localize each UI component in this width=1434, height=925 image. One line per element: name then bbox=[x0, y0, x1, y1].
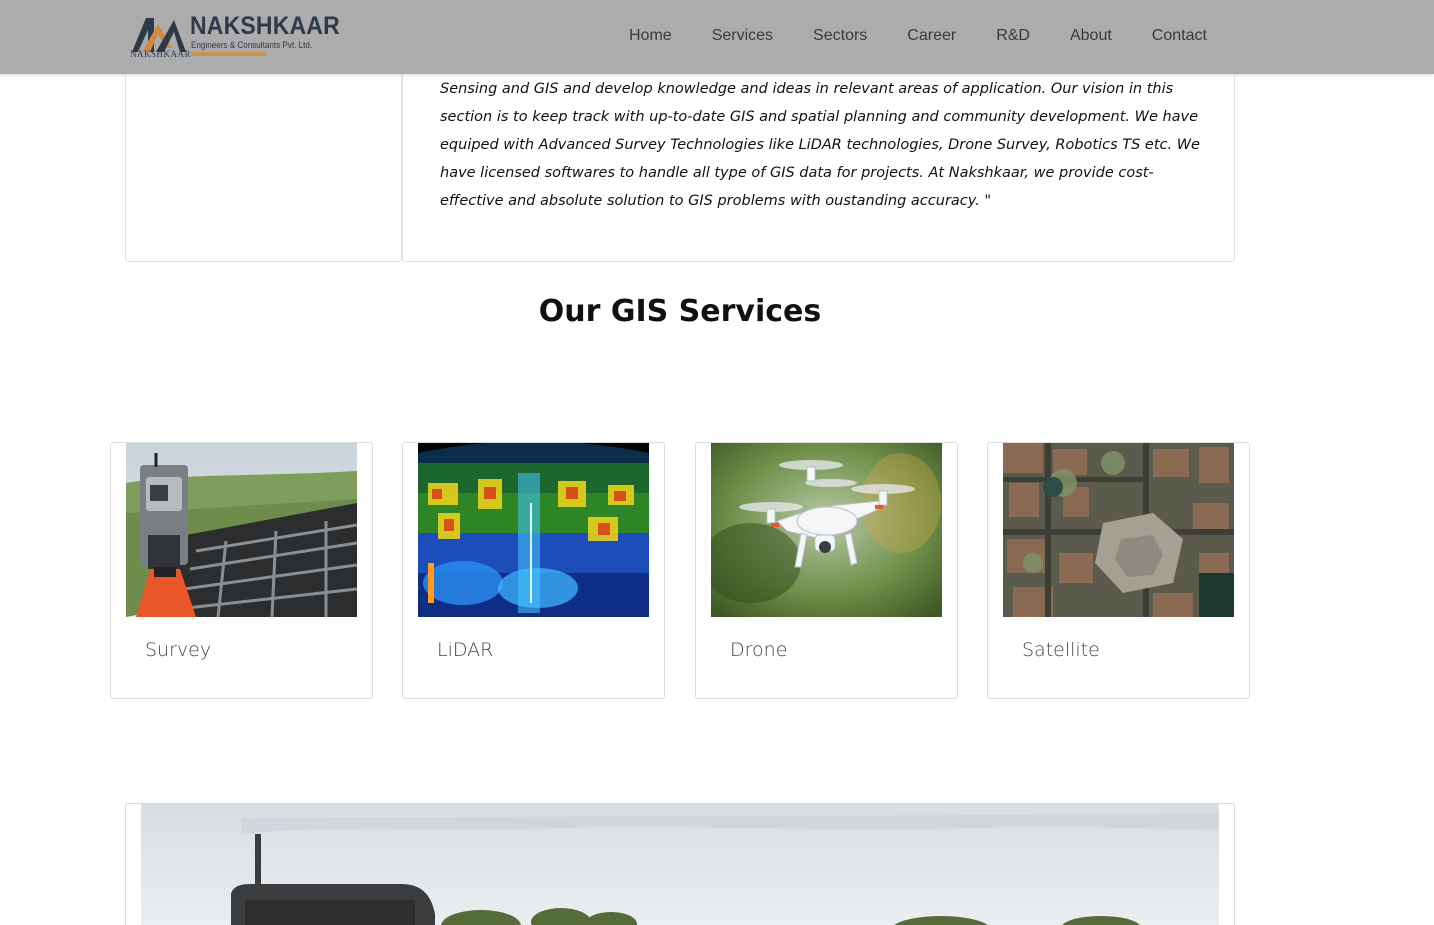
gis-banner-card bbox=[125, 803, 1235, 925]
section-title-bold: GIS Services bbox=[610, 294, 822, 329]
drone-image bbox=[711, 443, 942, 617]
service-label: Survey bbox=[145, 639, 212, 661]
logo-name: NAKSHKAAR bbox=[190, 12, 340, 40]
service-label: Drone bbox=[730, 639, 788, 661]
nav-contact[interactable]: Contact bbox=[1152, 27, 1207, 45]
nav-services[interactable]: Services bbox=[712, 27, 773, 45]
section-title-prefix: Our bbox=[538, 294, 601, 329]
service-label: Satellite bbox=[1022, 639, 1100, 661]
service-card-survey[interactable]: Survey bbox=[110, 442, 373, 699]
nav-home[interactable]: Home bbox=[629, 27, 672, 45]
main-nav: Home Services Sectors Career R&D About C… bbox=[629, 27, 1247, 45]
survey-image bbox=[126, 443, 357, 617]
section-title: Our GIS Services bbox=[0, 294, 1360, 329]
service-label: LiDAR bbox=[437, 639, 494, 661]
site-header: NAKSHKAAR Engineers & Consultants Pvt. L… bbox=[0, 0, 1434, 74]
lidar-image bbox=[418, 443, 649, 617]
logo-accent-bar bbox=[191, 52, 266, 56]
intro-quote-text: Sensing and GIS and develop knowledge an… bbox=[440, 81, 1200, 209]
service-card-lidar[interactable]: LiDAR bbox=[402, 442, 665, 699]
satellite-image bbox=[1003, 443, 1234, 617]
nav-rd[interactable]: R&D bbox=[996, 27, 1030, 45]
nav-about[interactable]: About bbox=[1070, 27, 1112, 45]
nav-career[interactable]: Career bbox=[907, 27, 956, 45]
nav-sectors[interactable]: Sectors bbox=[813, 27, 867, 45]
service-card-satellite[interactable]: Satellite bbox=[987, 442, 1250, 699]
company-logo[interactable]: NAKSHKAAR Engineers & Consultants Pvt. L… bbox=[128, 12, 340, 62]
logo-small-name: NAKSHKAAR bbox=[130, 49, 192, 59]
logo-subtitle: Engineers & Consultants Pvt. Ltd. bbox=[191, 40, 313, 50]
gis-banner-image bbox=[141, 804, 1219, 925]
service-card-drone[interactable]: Drone bbox=[695, 442, 958, 699]
